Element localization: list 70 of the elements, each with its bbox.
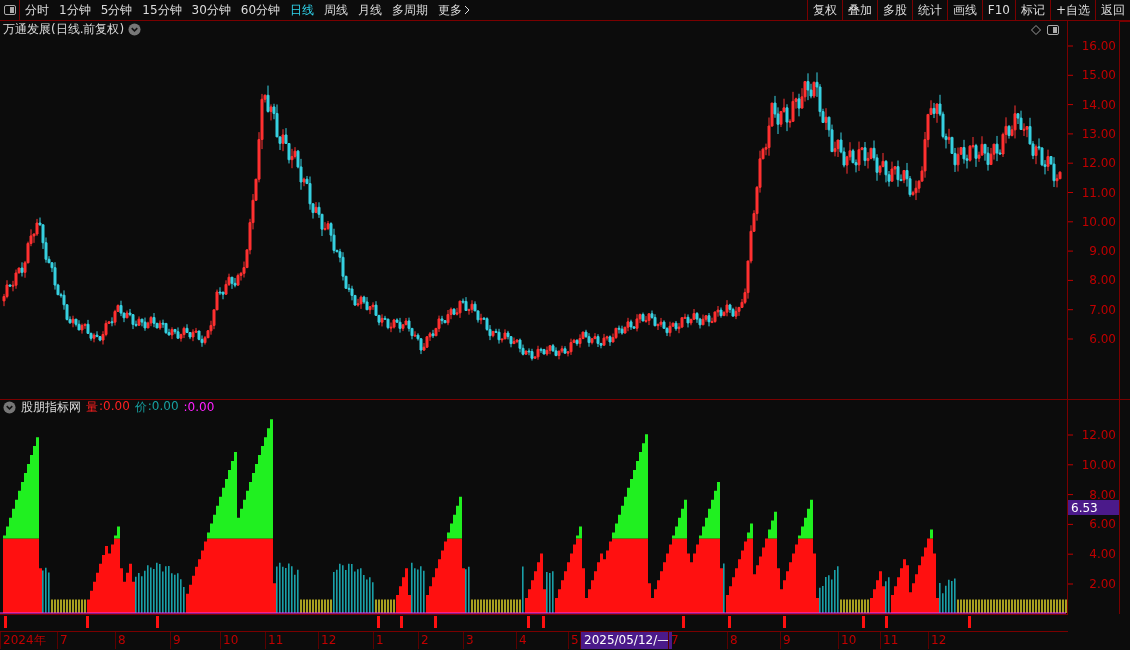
- date-label: 9: [780, 632, 791, 649]
- toolbar-button[interactable]: 叠加: [841, 0, 877, 20]
- date-label: 5: [568, 632, 579, 649]
- period-tab[interactable]: 更多: [433, 0, 476, 20]
- period-tab[interactable]: 日线: [285, 0, 320, 20]
- diamond-icon[interactable]: [1031, 24, 1041, 35]
- indicator-axis-label: 8.00: [1089, 487, 1116, 502]
- period-tab[interactable]: 30分钟: [186, 0, 236, 20]
- date-label: 12: [318, 632, 337, 649]
- date-label: 8: [727, 632, 738, 649]
- toolbar-button[interactable]: F10: [981, 0, 1015, 20]
- price-label: 11.00: [1081, 185, 1116, 200]
- legend-value: :0.00: [147, 398, 179, 415]
- price-label: 16.00: [1081, 39, 1116, 53]
- price-label: 7.00: [1089, 302, 1116, 317]
- price-label: 12.00: [1081, 156, 1116, 171]
- period-tab[interactable]: 60分钟: [235, 0, 286, 20]
- legend-value: :0.00: [99, 398, 130, 415]
- legend-label: 量: [86, 398, 98, 416]
- price-label: 14.00: [1081, 97, 1116, 112]
- price-label: 10.00: [1081, 214, 1116, 229]
- toolbar-button[interactable]: 画线: [946, 0, 982, 20]
- date-label: 2: [418, 632, 429, 649]
- date-label: 9: [170, 632, 181, 649]
- legend-label: 价: [134, 398, 147, 416]
- date-label: 8: [115, 632, 126, 649]
- price-label: 15.00: [1081, 68, 1116, 83]
- price-label: 13.00: [1081, 126, 1116, 141]
- indicator-axis-label: 2.00: [1089, 577, 1116, 591]
- period-tab[interactable]: 周线: [319, 0, 354, 20]
- panel-toggle-icon[interactable]: [3, 5, 16, 15]
- toolbar-button[interactable]: +自选: [1049, 0, 1095, 20]
- indicator-axis-label: 6.00: [1089, 517, 1116, 532]
- toolbar-button[interactable]: 多股: [876, 0, 912, 20]
- indicator-axis-label: 12.00: [1081, 428, 1116, 442]
- toolbar-button[interactable]: 复权: [806, 0, 842, 20]
- collapse-icon[interactable]: [3, 400, 16, 414]
- date-label: 10: [220, 632, 239, 649]
- date-label: 7: [668, 632, 679, 649]
- legend-value: :0.00: [183, 400, 215, 414]
- period-tab[interactable]: 5分钟: [95, 0, 138, 20]
- price-label: 6.00: [1089, 332, 1116, 346]
- period-tab[interactable]: 1分钟: [54, 0, 96, 20]
- date-label: 3: [463, 632, 474, 649]
- toolbar-button[interactable]: 返回: [1095, 0, 1130, 20]
- chevron-right-icon: [464, 5, 471, 15]
- indicator-axis-label: 10.00: [1081, 457, 1116, 472]
- date-label: 4: [516, 632, 527, 649]
- period-tab[interactable]: 月线: [353, 0, 388, 20]
- indicator-axis-label: 4.00: [1089, 547, 1116, 562]
- indicator-name: 股朋指标网: [21, 398, 81, 416]
- toolbar-button[interactable]: 标记: [1014, 0, 1050, 20]
- period-tab[interactable]: 15分钟: [137, 0, 187, 20]
- date-label: 1: [373, 632, 384, 649]
- period-tab[interactable]: 多周期: [387, 0, 434, 20]
- current-value-tag: 6.53: [1068, 500, 1119, 515]
- cursor-date-label: 2025/05/12/—: [580, 632, 673, 649]
- date-label: 11: [880, 632, 899, 649]
- period-tab[interactable]: 分时: [20, 0, 54, 20]
- toolbar-button[interactable]: 统计: [911, 0, 947, 20]
- chart-title: 万通发展(日线.前复权): [3, 21, 125, 38]
- price-label: 8.00: [1089, 273, 1116, 288]
- date-label: 10: [838, 632, 857, 649]
- dropdown-icon[interactable]: [128, 23, 142, 36]
- date-label: 12: [928, 632, 947, 649]
- date-label: 7: [57, 632, 68, 649]
- panel-toggle-icon[interactable]: [1047, 24, 1059, 35]
- date-label: 11: [265, 632, 284, 649]
- date-label: 2024年: [0, 632, 46, 649]
- price-label: 9.00: [1089, 244, 1116, 259]
